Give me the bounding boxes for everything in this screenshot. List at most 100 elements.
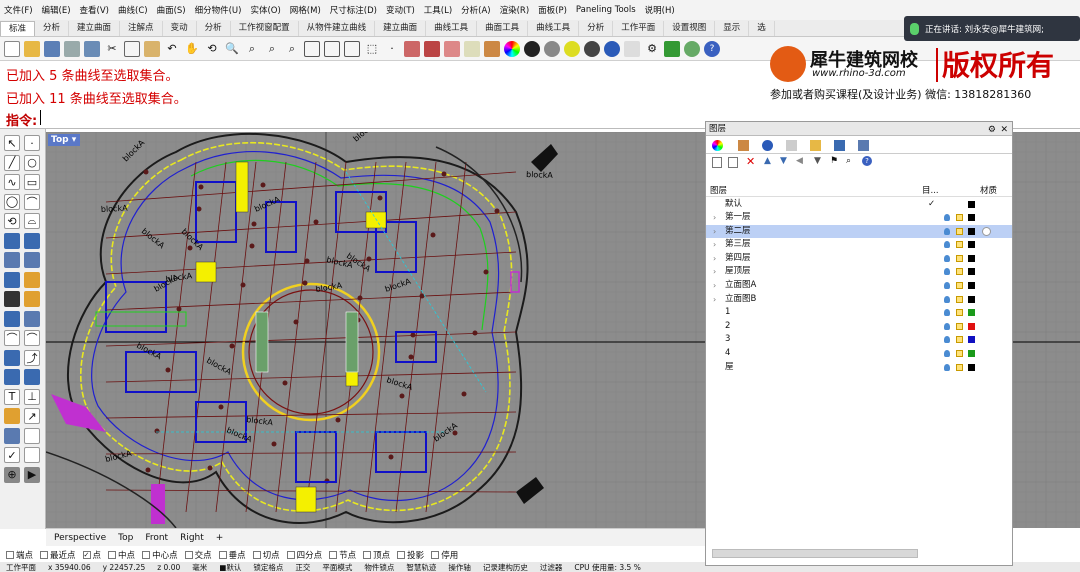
lock-icon[interactable]	[956, 309, 963, 317]
menu-item[interactable]: 实体(O)	[250, 4, 280, 16]
lock-icon[interactable]	[464, 40, 480, 57]
tool-icon[interactable]	[24, 369, 40, 385]
toolbar-tab[interactable]: 设置视图	[664, 21, 716, 36]
sphere-icon[interactable]	[524, 40, 540, 57]
tool-icon[interactable]	[24, 310, 40, 327]
osnap-checkbox[interactable]: ✓ 点	[82, 549, 101, 561]
viewport-tab[interactable]: Right	[180, 533, 204, 543]
delete-layer-icon[interactable]: ✕	[746, 155, 755, 168]
menu-item[interactable]: 曲面(S)	[157, 4, 186, 16]
visibility-bulb-icon[interactable]	[944, 336, 950, 344]
tool-icon[interactable]: ◯	[4, 193, 20, 210]
tool-icon[interactable]	[24, 427, 40, 444]
expand-icon[interactable]: ›	[713, 238, 716, 252]
tool-icon[interactable]	[24, 232, 40, 249]
tool-icon[interactable]: ✓	[4, 447, 20, 463]
tool-icon[interactable]	[4, 291, 20, 307]
shaded-icon[interactable]	[544, 40, 560, 57]
zoom-selected-icon[interactable]: ⌕	[284, 41, 300, 57]
layer-row[interactable]: › 立面图B	[706, 293, 1012, 307]
viewport-label[interactable]: Top ▾	[48, 134, 80, 146]
tool-icon[interactable]	[4, 369, 20, 385]
status-item[interactable]: 工作平面	[6, 562, 36, 572]
osnap-checkbox[interactable]: 交点	[184, 549, 212, 561]
pan-icon[interactable]: ✋	[184, 41, 200, 57]
help-tab-icon[interactable]	[858, 140, 869, 151]
tool-icon[interactable]: ⊥	[24, 388, 40, 405]
lock-icon[interactable]	[956, 282, 963, 289]
lock-icon[interactable]	[956, 268, 963, 276]
zoom-icon[interactable]: 🔍	[224, 41, 240, 57]
osnap-checkbox[interactable]: 垂点	[218, 549, 246, 561]
expand-icon[interactable]: ›	[713, 293, 716, 307]
status-item[interactable]: z 0.00	[157, 563, 180, 572]
grasshopper-icon[interactable]	[664, 40, 680, 57]
status-item[interactable]: 平面模式	[322, 562, 352, 572]
toolbar-tab[interactable]: 显示	[715, 21, 750, 36]
tool-icon[interactable]: ▭	[24, 174, 40, 190]
expand-icon[interactable]: ›	[713, 265, 716, 279]
menu-item[interactable]: 编辑(E)	[42, 4, 71, 16]
viewport-tab[interactable]: Perspective	[54, 533, 106, 543]
import-icon[interactable]	[84, 40, 100, 57]
menu-item[interactable]: 分析(A)	[461, 4, 490, 16]
undo-icon[interactable]: ↶	[164, 41, 180, 57]
tool-icon[interactable]: ○	[24, 154, 40, 171]
tool-icon[interactable]: ⌒	[4, 330, 20, 346]
lock-icon[interactable]	[956, 214, 963, 221]
expand-icon[interactable]: ›	[713, 252, 716, 266]
tool-icon[interactable]	[4, 271, 20, 288]
visibility-bulb-icon[interactable]	[944, 282, 950, 289]
close-icon[interactable]: ✕	[1000, 123, 1008, 137]
layer-color-swatch[interactable]	[968, 201, 975, 208]
visibility-bulb-icon[interactable]	[944, 309, 950, 317]
material-icon[interactable]	[982, 226, 991, 236]
layer-color-swatch[interactable]	[968, 268, 975, 276]
menu-item[interactable]: 查看(V)	[80, 4, 109, 16]
snap-icon[interactable]	[404, 40, 420, 57]
tool-icon[interactable]: ∿	[4, 174, 20, 190]
light-icon[interactable]	[624, 40, 640, 57]
tool-icon[interactable]	[4, 232, 20, 249]
tool-icon[interactable]	[24, 447, 40, 463]
layer-color-swatch[interactable]	[968, 322, 975, 330]
layer-tools-icon[interactable]: ⚑	[830, 156, 838, 166]
layer-row[interactable]: 4	[706, 347, 1012, 361]
toolbar-tab[interactable]: 工作视窗配置	[231, 21, 299, 36]
layer-color-swatch[interactable]	[968, 363, 975, 371]
move-to-parent-icon[interactable]: ◀	[796, 156, 803, 166]
lock-icon[interactable]	[956, 227, 963, 235]
expand-icon[interactable]: ›	[713, 211, 716, 225]
materials-tab-icon[interactable]	[762, 140, 773, 151]
color-wheel-icon[interactable]	[504, 40, 520, 57]
status-item[interactable]: CPU 使用量: 3.5 %	[574, 562, 640, 572]
tool-icon[interactable]	[4, 349, 20, 366]
osnap-checkbox[interactable]: 节点	[329, 549, 356, 561]
layer-color-swatch[interactable]	[968, 241, 975, 249]
toolbar-tab[interactable]: 曲面工具	[477, 21, 529, 36]
toolbar-tab[interactable]: 标准	[0, 21, 36, 36]
menu-item[interactable]: 变动(T)	[386, 4, 415, 16]
hide-icon[interactable]	[444, 40, 460, 57]
visibility-bulb-icon[interactable]	[944, 268, 950, 276]
layers-scrollbar[interactable]	[712, 549, 918, 558]
layer-row[interactable]: › 第一层	[706, 211, 1012, 225]
add-viewport-button[interactable]: +	[216, 533, 224, 543]
lock-icon[interactable]	[956, 350, 963, 357]
status-item[interactable]: 智慧轨迹	[406, 562, 436, 572]
tool-icon[interactable]	[24, 291, 40, 307]
tool-icon[interactable]: ⌓	[24, 213, 40, 229]
viewport-icon[interactable]	[304, 40, 320, 57]
zoom-window-icon[interactable]: ⌕	[244, 41, 260, 57]
osnap-checkbox[interactable]: 停用	[431, 549, 458, 561]
tool-icon[interactable]: ⟲	[4, 213, 20, 229]
visibility-bulb-icon[interactable]	[944, 254, 950, 262]
search-icon[interactable]: ⌕	[846, 156, 851, 166]
toolbar-tab[interactable]: 变动	[163, 21, 197, 36]
visibility-bulb-icon[interactable]	[944, 227, 950, 235]
rotate-view-icon[interactable]: ⟲	[204, 41, 220, 57]
layers-tab-icon[interactable]	[712, 140, 723, 151]
command-prompt[interactable]: 指令:	[6, 110, 37, 129]
toolbar-tab[interactable]: 工作平面	[613, 21, 665, 36]
lights-tab-icon[interactable]	[786, 140, 797, 151]
